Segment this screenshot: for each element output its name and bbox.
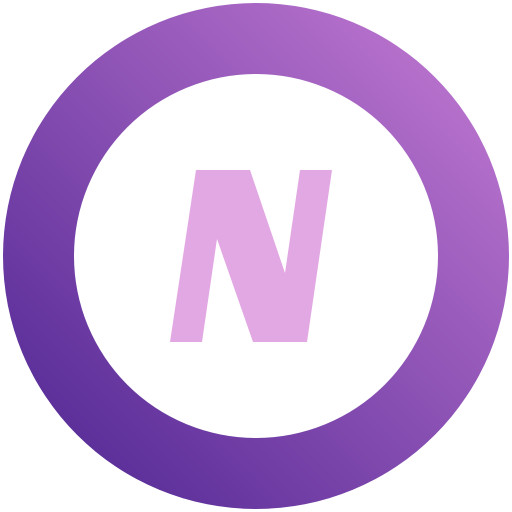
logo-letter: N xyxy=(168,133,339,390)
app-logo-canvas: N xyxy=(0,0,512,512)
n-logo-icon: N xyxy=(3,3,509,509)
